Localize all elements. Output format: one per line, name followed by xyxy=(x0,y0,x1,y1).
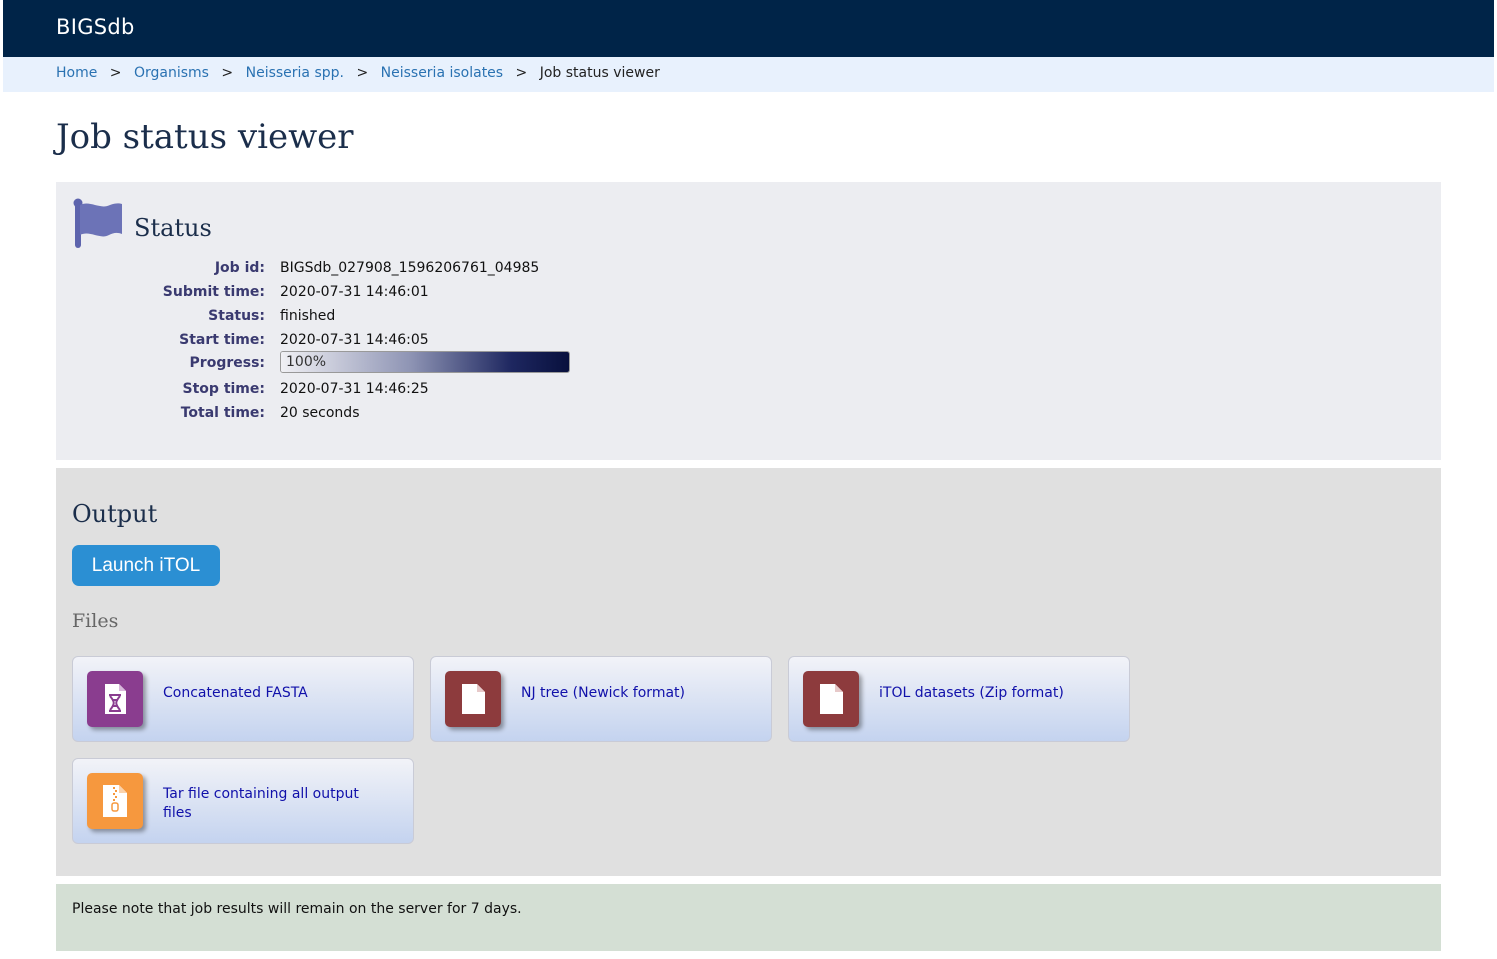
total-time-row: Total time: 20 seconds xyxy=(56,405,756,429)
submit-time-row: Submit time: 2020-07-31 14:46:01 xyxy=(56,284,756,308)
output-panel: Output Launch iTOL Files Concatenated FA… xyxy=(56,468,1441,876)
file-tile-itol-datasets[interactable]: iTOL datasets (Zip format) xyxy=(788,656,1130,742)
job-id-row: Job id: BIGSdb_027908_1596206761_04985 xyxy=(56,260,756,284)
breadcrumb-separator: > xyxy=(515,65,528,81)
file-tile-tar-archive[interactable]: Tar file containing all output files xyxy=(72,758,414,844)
total-time-label: Total time: xyxy=(180,405,265,421)
total-time-value: 20 seconds xyxy=(280,405,360,421)
file-name[interactable]: Concatenated FASTA xyxy=(163,684,383,703)
breadcrumb-separator: > xyxy=(221,65,234,81)
progress-value: 100% xyxy=(286,354,327,370)
file-name[interactable]: iTOL datasets (Zip format) xyxy=(879,684,1099,703)
status-title: Status xyxy=(134,214,212,242)
progress-row: Progress: 100% xyxy=(56,351,756,379)
breadcrumb-neisseria-spp[interactable]: Neisseria spp. xyxy=(246,65,344,81)
retention-note: Please note that job results will remain… xyxy=(56,884,1441,951)
submit-time-label: Submit time: xyxy=(162,284,265,300)
breadcrumb-organisms[interactable]: Organisms xyxy=(134,65,209,81)
page-title: Job status viewer xyxy=(56,117,354,157)
progress-bar: 100% xyxy=(280,351,570,373)
breadcrumb-separator: > xyxy=(356,65,369,81)
stop-time-value: 2020-07-31 14:46:25 xyxy=(280,381,429,397)
file-tile-nj-tree[interactable]: NJ tree (Newick format) xyxy=(430,656,772,742)
brand-title[interactable]: BIGSdb xyxy=(56,15,135,39)
files-title: Files xyxy=(72,610,119,632)
archive-file-icon xyxy=(87,773,143,829)
note-text: Please note that job results will remain… xyxy=(72,901,522,917)
output-title: Output xyxy=(72,500,158,528)
breadcrumb: Home > Organisms > Neisseria spp. > Neis… xyxy=(3,57,1494,92)
stop-time-row: Stop time: 2020-07-31 14:46:25 xyxy=(56,381,756,405)
start-time-value: 2020-07-31 14:46:05 xyxy=(280,332,429,348)
file-icon xyxy=(445,671,501,727)
top-bar: BIGSdb xyxy=(3,0,1494,57)
breadcrumb-separator: > xyxy=(109,65,122,81)
submit-time-value: 2020-07-31 14:46:01 xyxy=(280,284,429,300)
breadcrumb-current: Job status viewer xyxy=(539,65,660,81)
dna-file-icon xyxy=(87,671,143,727)
flag-icon xyxy=(73,198,125,250)
breadcrumb-home[interactable]: Home xyxy=(56,65,97,81)
file-name[interactable]: NJ tree (Newick format) xyxy=(521,684,741,703)
status-row: Status: finished xyxy=(56,308,756,332)
start-time-label: Start time: xyxy=(179,332,265,348)
job-id-label: Job id: xyxy=(214,260,265,276)
file-icon xyxy=(803,671,859,727)
launch-itol-button[interactable]: Launch iTOL xyxy=(72,545,220,586)
status-label: Status: xyxy=(208,308,265,324)
file-name[interactable]: Tar file containing all output files xyxy=(163,785,383,823)
file-tile-concatenated-fasta[interactable]: Concatenated FASTA xyxy=(72,656,414,742)
status-panel: Status Job id: BIGSdb_027908_1596206761_… xyxy=(56,182,1441,460)
status-value: finished xyxy=(280,308,336,324)
progress-label: Progress: xyxy=(189,355,265,371)
stop-time-label: Stop time: xyxy=(182,381,265,397)
job-id-value: BIGSdb_027908_1596206761_04985 xyxy=(280,260,540,276)
breadcrumb-neisseria-isolates[interactable]: Neisseria isolates xyxy=(381,65,503,81)
